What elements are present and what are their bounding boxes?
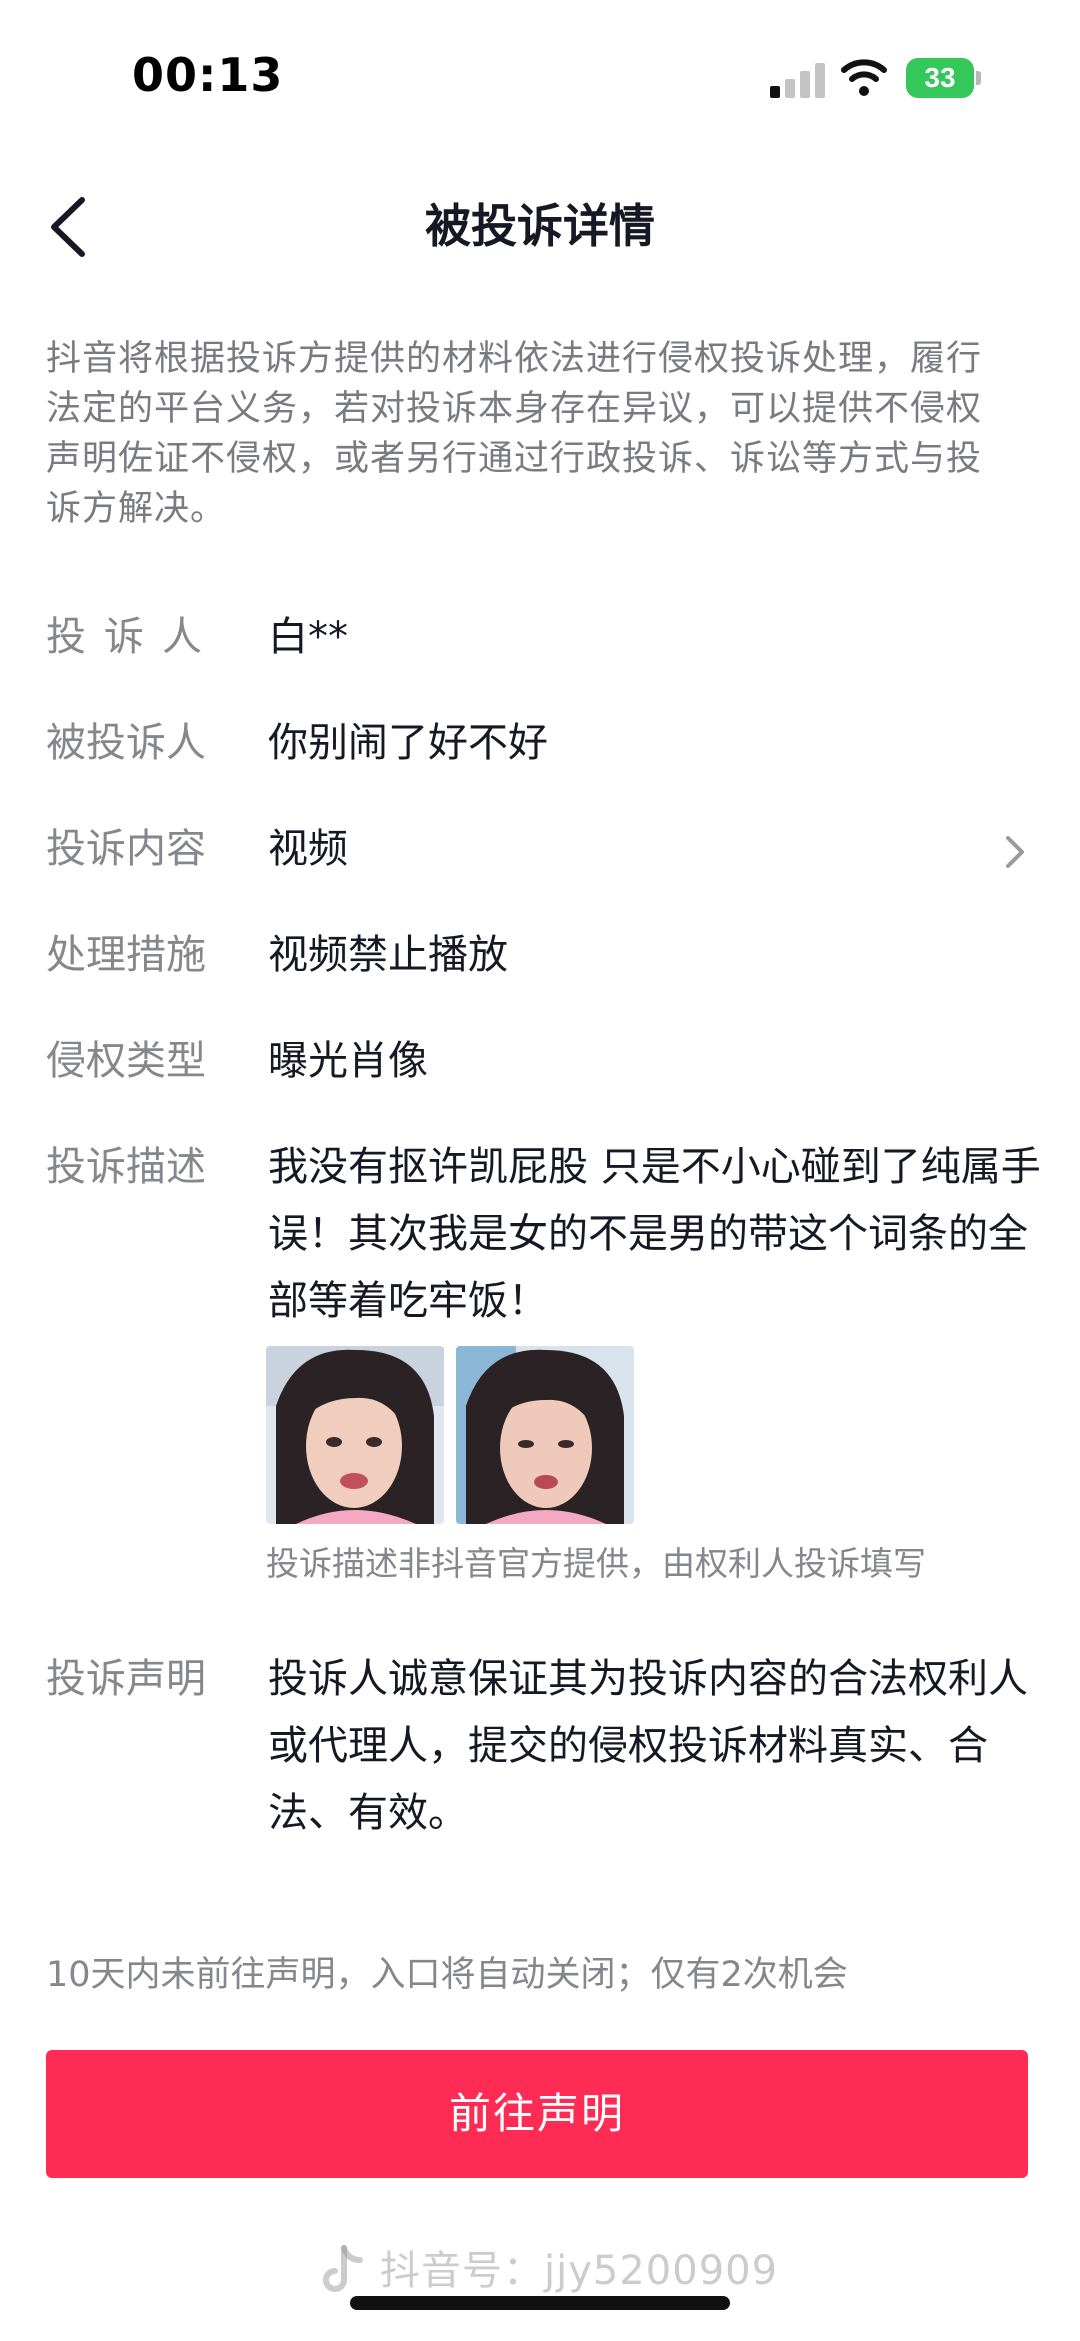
douyin-logo-icon [323,2245,363,2292]
complainant-label: 投诉人 [46,614,220,660]
statement-label: 投诉声明 [46,1656,206,1702]
go-to-statement-button[interactable]: 前往声明 [46,2050,1028,2178]
complainant-value: 白** [268,614,348,660]
battery-level: 33 [906,58,974,98]
respondent-value: 你别闹了好不好 [268,720,548,766]
header: 被投诉详情 [0,170,1080,280]
measure-value: 视频禁止播放 [268,932,508,978]
status-time: 00:13 [132,48,284,102]
statement-value: 投诉人诚意保证其为投诉内容的合法权利人或代理人，提交的侵权投诉材料真实、合法、有… [268,1656,1028,1836]
description-label: 投诉描述 [46,1144,206,1190]
content-label: 投诉内容 [46,826,206,872]
image-note: 投诉描述非抖音官方提供，由权利人投诉填写 [266,1544,926,1583]
evidence-images [266,1346,646,1526]
cellular-signal-icon [770,62,828,98]
respondent-label: 被投诉人 [46,720,206,766]
status-bar: 00:13 33 [0,0,1080,150]
wifi-icon [841,59,887,96]
notice-text: 抖音将根据投诉方提供的材料依法进行侵权投诉处理，履行法定的平台义务，若对投诉本身… [46,339,983,529]
type-label: 侵权类型 [46,1038,206,1084]
description-value: 我没有抠许凯屁股 只是不小心碰到了纯属手误！其次我是女的不是男的带这个词条的全部… [268,1144,1041,1324]
deadline-note: 10天内未前往声明，入口将自动关闭；仅有2次机会 [46,1955,848,1995]
measure-label: 处理措施 [46,932,206,978]
home-indicator[interactable] [350,2296,730,2310]
evidence-image[interactable] [266,1346,444,1524]
chevron-right-icon[interactable] [1000,832,1030,872]
battery-icon: 33 [906,58,982,98]
page-title: 被投诉详情 [425,199,655,253]
evidence-image[interactable] [456,1346,634,1524]
type-value: 曝光肖像 [268,1038,428,1084]
content-value: 视频 [268,826,348,872]
